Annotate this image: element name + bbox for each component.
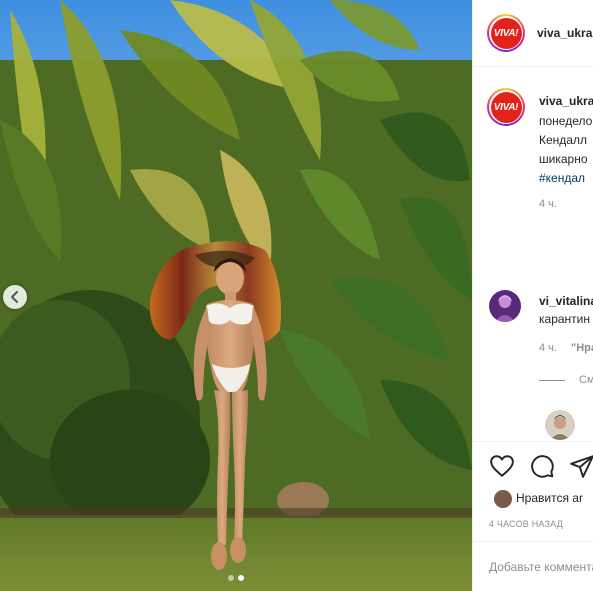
carousel-dot-active — [238, 575, 244, 581]
commenter-avatar[interactable] — [489, 290, 521, 322]
paper-plane-icon[interactable] — [569, 453, 593, 479]
add-comment-bar — [473, 541, 593, 591]
caption-username[interactable]: viva_ukraine — [539, 94, 593, 108]
carousel-indicator — [0, 575, 472, 581]
carousel-dot — [228, 575, 234, 581]
chevron-left-icon — [11, 291, 18, 303]
likes-text: Нравится ar — [516, 491, 583, 505]
viva-logo: VIVA! — [490, 17, 522, 49]
post-photo[interactable] — [0, 0, 472, 591]
caption-line: Кендалл — [539, 133, 587, 147]
post-actions: Нравится ar 4 ЧАСОВ НАЗАД — [473, 441, 593, 542]
commenter-avatar[interactable] — [545, 410, 575, 440]
viva-logo: VIVA! — [490, 91, 522, 123]
instagram-post: VIVA! viva_ukraine VIVA! viva_ukraine по… — [0, 0, 593, 591]
carousel-prev-button[interactable] — [3, 285, 27, 309]
post-timestamp[interactable]: 4 ЧАСОВ НАЗАД — [489, 519, 563, 529]
comment-text: карантин — [539, 312, 590, 326]
caption-text: понеделок Кендалл шикарно #кендал — [539, 112, 593, 188]
header-username[interactable]: viva_ukraine — [537, 26, 593, 40]
heart-icon[interactable] — [489, 453, 515, 479]
comment-time[interactable]: 4 ч. — [539, 342, 557, 354]
comment-icon[interactable] — [529, 453, 555, 479]
view-replies-link[interactable]: Смотреть ответы — [579, 374, 593, 386]
caption-hashtag[interactable]: #кендал — [539, 169, 593, 188]
caption-avatar[interactable]: VIVA! — [487, 88, 525, 126]
caption-line: понеделок — [539, 114, 593, 128]
comment-like-link[interactable]: "Нравится" — [571, 342, 593, 354]
liker-avatar — [493, 489, 513, 509]
photo-scene — [0, 0, 472, 591]
comment-username[interactable]: vi_vitalina — [539, 294, 593, 308]
post-side-panel: VIVA! viva_ukraine VIVA! viva_ukraine по… — [472, 0, 593, 591]
caption-time[interactable]: 4 ч. — [539, 198, 557, 210]
add-comment-input[interactable] — [489, 560, 593, 574]
post-header: VIVA! viva_ukraine — [473, 0, 593, 67]
replies-divider — [539, 380, 565, 381]
caption-line: шикарно — [539, 152, 588, 166]
account-avatar[interactable]: VIVA! — [487, 14, 525, 52]
